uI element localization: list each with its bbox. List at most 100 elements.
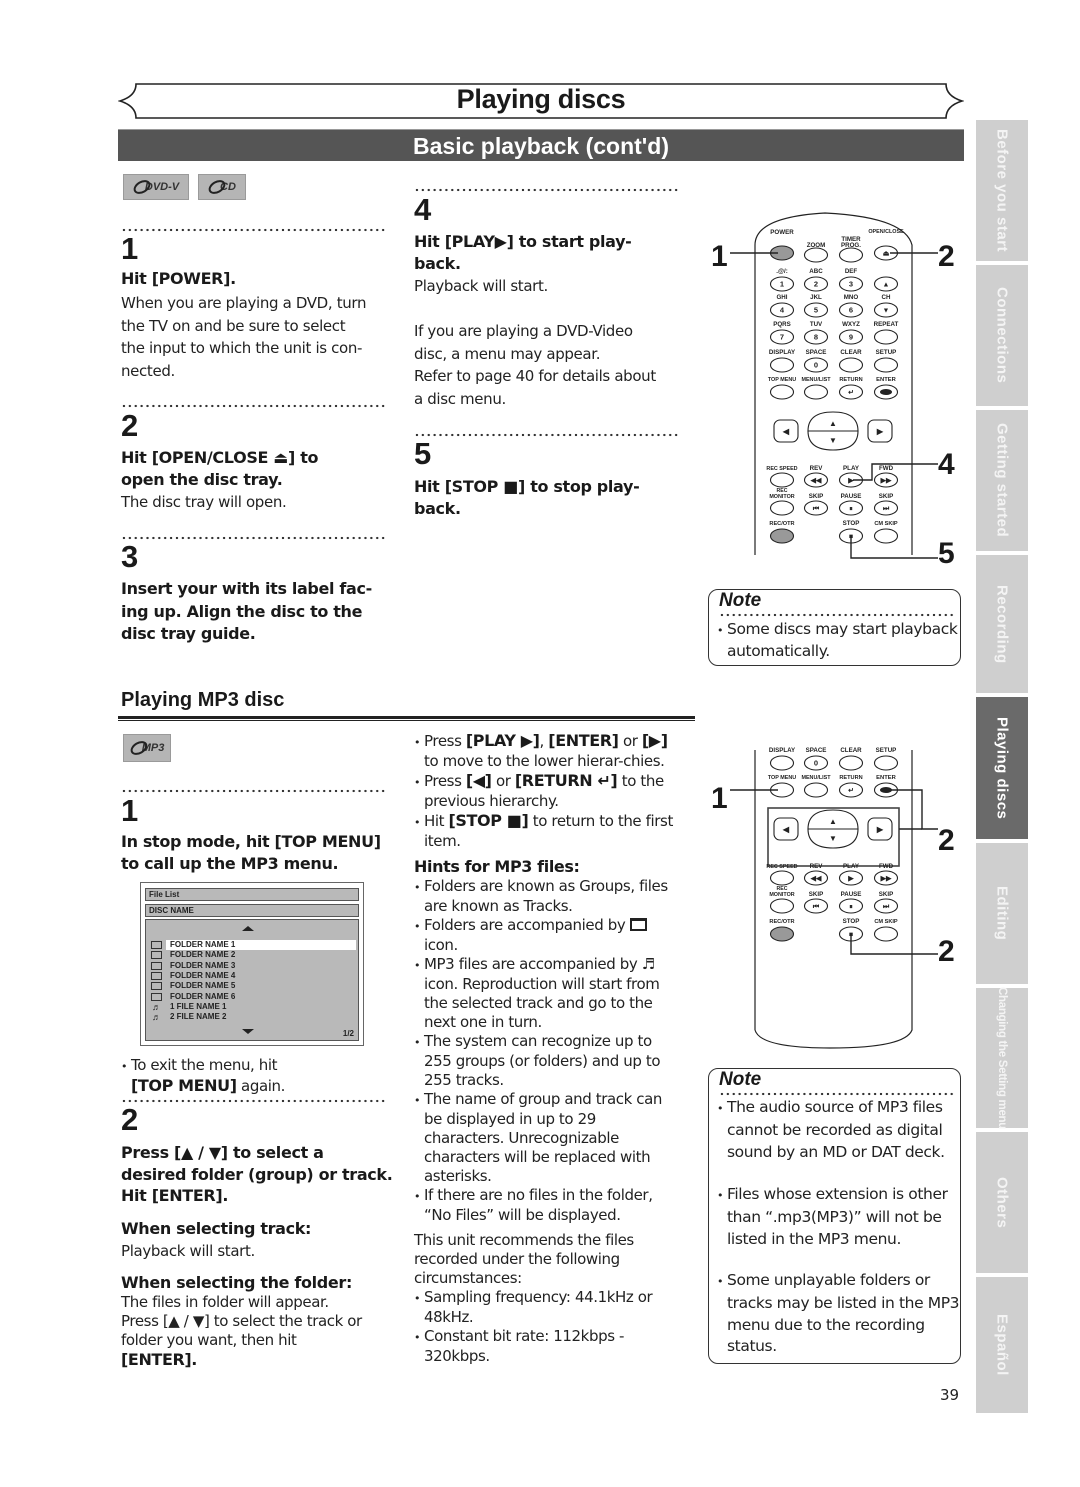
key-label: [▶] bbox=[641, 731, 668, 750]
folder-item[interactable]: FOLDER NAME 1 bbox=[151, 940, 356, 950]
step-divider bbox=[121, 1099, 387, 1103]
page-title-banner: Playing discs bbox=[118, 82, 964, 120]
remote-label: OPEN/CLOSE bbox=[868, 229, 904, 235]
menu-list-button[interactable] bbox=[803, 384, 829, 400]
remote-label: MENU/LIST bbox=[801, 377, 831, 383]
folder-item[interactable]: FOLDER NAME 2 bbox=[151, 950, 356, 960]
folder-item[interactable]: FOLDER NAME 5 bbox=[151, 981, 356, 991]
note-title: Note bbox=[719, 1069, 762, 1090]
item-label: FOLDER NAME 2 bbox=[170, 950, 236, 960]
remote-label: SETUP bbox=[876, 747, 897, 754]
remote-label: ENTER bbox=[876, 775, 896, 781]
remote-label: TOP MENU bbox=[768, 775, 796, 781]
note-item: Some discs may start playback automatica… bbox=[717, 619, 962, 662]
remote-label: CH bbox=[882, 294, 891, 301]
mp3-hints-column: Press [PLAY ▶], [ENTER] or [▶] to move t… bbox=[414, 731, 682, 1366]
heading-line: Insert your with its label fac- bbox=[121, 579, 372, 598]
note-item: Files whose extension is other than “.mp… bbox=[717, 1184, 957, 1250]
note-item: The audio source of MP3 files cannot be … bbox=[717, 1097, 965, 1163]
side-tab-others[interactable]: Others bbox=[976, 1132, 1028, 1275]
rec-monitor-button[interactable] bbox=[769, 500, 795, 516]
remote-label: STOP bbox=[843, 520, 860, 527]
remote-label: CM SKIP bbox=[874, 521, 898, 527]
side-tab-label: Español bbox=[993, 1314, 1011, 1376]
step-body: When you are playing a DVD, turn the TV … bbox=[121, 292, 391, 382]
note-box: Note Some discs may start playback autom… bbox=[708, 589, 961, 666]
folder-item[interactable]: FOLDER NAME 3 bbox=[151, 961, 356, 971]
clear-button[interactable] bbox=[838, 755, 864, 771]
open-close-button-glyph-icon: ⏏ bbox=[883, 251, 890, 258]
setup-button[interactable] bbox=[873, 357, 899, 373]
side-tab-recording[interactable]: Recording bbox=[976, 555, 1028, 695]
side-tab-playing-discs[interactable]: Playing discs bbox=[976, 697, 1028, 841]
folder-item[interactable]: FOLDER NAME 6 bbox=[151, 992, 356, 1002]
remote-key-button[interactable] bbox=[873, 329, 899, 345]
folder-heading: When selecting the folder: bbox=[121, 1273, 352, 1292]
display-button[interactable] bbox=[769, 357, 795, 373]
clear-button[interactable] bbox=[838, 357, 864, 373]
scroll-up-icon[interactable] bbox=[242, 926, 254, 931]
remote-svg: POWERZOOMTIMERPROG.OPEN/CLOSE⏏.@/: ABC DEF… bbox=[730, 212, 938, 559]
callout-number: 2 bbox=[938, 240, 955, 273]
heading-line: back. bbox=[414, 254, 461, 273]
step-number: 2 bbox=[121, 408, 139, 443]
file-item[interactable]: ♬ 2 FILE NAME 2 bbox=[152, 1012, 356, 1022]
mp3-section-title: Playing MP3 disc bbox=[121, 689, 285, 711]
body-line: If you are playing a DVD-Video bbox=[414, 322, 633, 341]
side-tab-before-you-start[interactable]: Before you start bbox=[976, 120, 1028, 263]
callout-line-enter bbox=[890, 789, 938, 830]
step-number: 4 bbox=[414, 192, 432, 227]
right-arrow-icon: ▶ bbox=[876, 427, 884, 436]
file-item[interactable]: ♬ 1 FILE NAME 1 bbox=[152, 1001, 356, 1012]
item-label: FOLDER NAME 5 bbox=[170, 981, 236, 991]
down-arrow-icon: ▼ bbox=[829, 834, 837, 843]
remote-key-button-label: 7 bbox=[780, 333, 784, 342]
scroll-down-icon[interactable] bbox=[242, 1029, 254, 1034]
cm-skip-button[interactable] bbox=[873, 926, 899, 942]
side-tab-connections[interactable]: Connections bbox=[976, 265, 1028, 408]
timer-prog-button[interactable] bbox=[838, 247, 864, 263]
rec-otr-button[interactable] bbox=[769, 528, 795, 544]
callout-number: 5 bbox=[938, 537, 955, 570]
remote-label: DISPLAY bbox=[769, 747, 796, 754]
rec-otr-button[interactable] bbox=[769, 926, 795, 942]
setup-button[interactable] bbox=[873, 755, 899, 771]
text: Press bbox=[424, 732, 466, 750]
side-tab-español[interactable]: Español bbox=[976, 1277, 1028, 1415]
side-tab-label: Editing bbox=[993, 886, 1011, 941]
file-list: FOLDER NAME 1 FOLDER NAME 2 FOLDER NAME 3F… bbox=[145, 919, 359, 1041]
zoom-button[interactable] bbox=[803, 247, 829, 263]
step-heading: Press [▲ / ▼] to select a desired folder… bbox=[121, 1142, 393, 1207]
remote-label: GHI bbox=[776, 294, 787, 301]
item-label: 1 FILE NAME 1 bbox=[170, 1001, 227, 1011]
fwd-button-glyph-icon: ▶▶ bbox=[880, 478, 892, 485]
rec-speed-button[interactable] bbox=[769, 870, 795, 886]
side-tab-editing[interactable]: Editing bbox=[976, 843, 1028, 986]
callout-number: 1 bbox=[711, 782, 728, 815]
folder-item[interactable]: FOLDER NAME 4 bbox=[151, 971, 356, 981]
instruction-bullet: Hit [STOP ■] to return to the first item… bbox=[414, 811, 678, 851]
instruction-bullet: Press [◀] or [RETURN ↵] to the previous … bbox=[414, 771, 678, 811]
enter-dot-icon bbox=[880, 389, 892, 395]
body-line: The files in folder will appear. bbox=[121, 1293, 329, 1311]
rec-speed-button[interactable] bbox=[769, 472, 795, 488]
skip-back-button-glyph-icon: ⏮ bbox=[813, 506, 820, 513]
side-tab-getting-started[interactable]: Getting started bbox=[976, 410, 1028, 553]
top-menu-button[interactable] bbox=[769, 384, 795, 400]
step-heading: Hit [OPEN/CLOSE ⏏] to open the disc tray… bbox=[121, 447, 319, 491]
menu-list-button[interactable] bbox=[803, 782, 829, 798]
display-button[interactable] bbox=[769, 755, 795, 771]
heading-line: back. bbox=[414, 499, 461, 518]
hint-bullet: Folders are known as Groups, files are k… bbox=[414, 877, 678, 916]
return-button-glyph-icon: ↵ bbox=[848, 390, 854, 397]
return-button-glyph-icon: ↵ bbox=[848, 788, 854, 795]
cm-skip-button[interactable] bbox=[873, 528, 899, 544]
cd-badge: CD bbox=[198, 174, 246, 200]
side-tab-label: Playing discs bbox=[993, 716, 1011, 820]
rec-monitor-button[interactable] bbox=[769, 898, 795, 914]
heading-line: In stop mode, hit [TOP MENU] bbox=[121, 832, 381, 851]
side-tab-changing-the-setting-menu[interactable]: Changing the Setting menu bbox=[976, 987, 1028, 1130]
remote-label: PAUSE bbox=[841, 891, 862, 898]
track-body: Playback will start. bbox=[121, 1242, 255, 1260]
